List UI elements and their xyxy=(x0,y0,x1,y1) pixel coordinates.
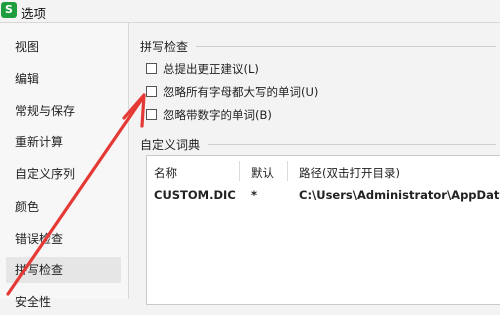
group-divider xyxy=(208,144,496,145)
options-sidebar: 视图 编辑 常规与保存 重新计算 自定义序列 颜色 错误检查 拼写检查 安全性 xyxy=(0,23,129,309)
sidebar-item-custom-lists[interactable]: 自定义序列 xyxy=(6,161,121,187)
column-divider xyxy=(239,161,240,181)
checkbox[interactable] xyxy=(146,86,157,97)
option-label: 忽略所有字母都大写的单词(U) xyxy=(163,85,319,99)
sidebar-item-spell-check[interactable]: 拼写检查 xyxy=(6,257,121,283)
dictionary-path-cell[interactable]: C:\Users\Administrator\AppData\ xyxy=(299,188,500,202)
checkbox[interactable] xyxy=(146,109,157,120)
column-header-default[interactable]: 默认 xyxy=(251,165,274,181)
custom-dictionary-group-title: 自定义词典 xyxy=(140,138,201,152)
window-title: 选项 xyxy=(21,6,47,21)
column-header-path[interactable]: 路径(双击打开目录) xyxy=(299,165,400,181)
spell-check-panel: 拼写检查 总提出更正建议(L) 忽略所有字母都大写的单词(U) 忽略带数字的单词… xyxy=(129,23,500,305)
custom-dictionary-list[interactable]: 名称 默认 路径(双击打开目录) CUSTOM.DIC * C:\Users\A… xyxy=(146,155,500,305)
column-header-name[interactable]: 名称 xyxy=(154,165,177,181)
option-label: 总提出更正建议(L) xyxy=(163,62,259,76)
spell-check-group-title: 拼写检查 xyxy=(140,40,189,54)
group-divider xyxy=(196,46,496,47)
title-bar: S 选项 xyxy=(0,0,500,23)
checkbox[interactable] xyxy=(146,63,157,74)
app-logo-icon: S xyxy=(1,2,17,18)
sidebar-item-color[interactable]: 颜色 xyxy=(6,194,121,220)
sidebar-item-view[interactable]: 视图 xyxy=(6,34,121,60)
sidebar-item-general-save[interactable]: 常规与保存 xyxy=(6,98,121,124)
column-divider xyxy=(287,161,288,181)
sidebar-item-error-checking[interactable]: 错误检查 xyxy=(6,226,121,252)
dictionary-default-cell[interactable]: * xyxy=(251,188,257,202)
sidebar-item-security[interactable]: 安全性 xyxy=(6,289,121,315)
dictionary-name-cell[interactable]: CUSTOM.DIC xyxy=(154,188,236,202)
sidebar-item-edit[interactable]: 编辑 xyxy=(6,66,121,92)
option-label: 忽略带数字的单词(B) xyxy=(163,108,272,122)
sidebar-item-recalculate[interactable]: 重新计算 xyxy=(6,129,121,155)
